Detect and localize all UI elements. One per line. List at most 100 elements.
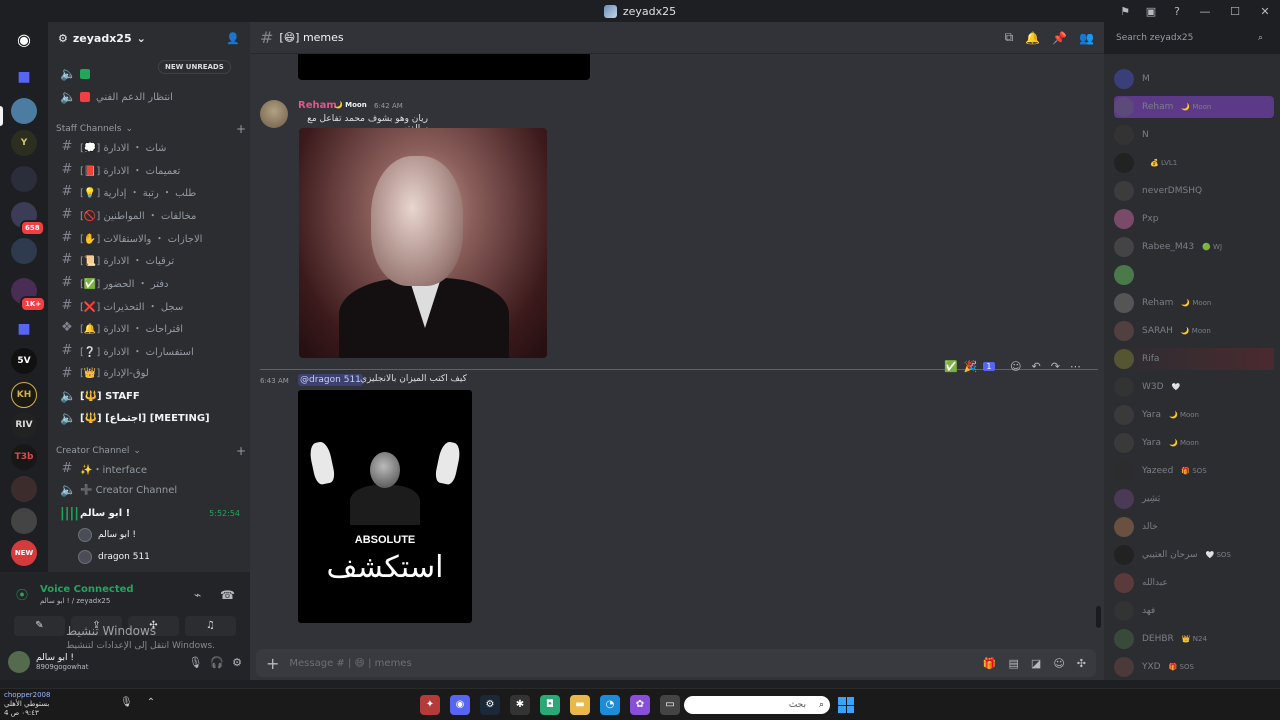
discord-app-icon[interactable]: ◉ xyxy=(450,695,470,715)
gif-icon[interactable]: ▤ xyxy=(1009,657,1019,670)
channel-staff-12[interactable]: 🔈 [🔱] [اجتماع] [MEETING] xyxy=(56,408,244,428)
member-8[interactable]: Reham 🌙 Moon xyxy=(1114,292,1274,314)
voice-user-1[interactable]: dragon 511 xyxy=(78,550,150,564)
member-12[interactable]: Yara 🌙 Moon xyxy=(1114,404,1274,426)
channel-staff-10[interactable]: # [👑] لوق-الإدارة xyxy=(56,363,244,383)
channel-interface[interactable]: # ✨・interface xyxy=(56,458,244,478)
server-icon-new[interactable]: NEW xyxy=(11,540,37,566)
voice-connected-title[interactable]: Voice Connected xyxy=(40,584,134,595)
member-17[interactable]: سرحان العتيبي 🤍 SOS xyxy=(1114,544,1274,566)
app-icon-5[interactable]: ◘ xyxy=(540,695,560,715)
member-3[interactable]: 💰 LVL1 xyxy=(1114,152,1274,174)
app-icon-9[interactable]: ▭ xyxy=(660,695,680,715)
channel-staff-9[interactable]: # [❔] استفسارات ・ الادارة xyxy=(56,340,244,360)
gift-icon[interactable]: 🎁 xyxy=(983,657,997,670)
channel-staff-8[interactable]: ❖ [🔔] اقتراحات ・ الادارة xyxy=(56,317,244,337)
voice-channel-top-2[interactable]: 🔈 انتظار الدعم الفني xyxy=(56,87,244,107)
chevron-up-icon[interactable]: ⌃ xyxy=(147,697,155,708)
channel-staff-6[interactable]: # [✅] دفتر ・ الحضور xyxy=(56,272,244,292)
chat-scrollbar[interactable] xyxy=(1096,606,1101,628)
member-2[interactable]: N xyxy=(1114,124,1274,146)
app-icon-1[interactable]: ✦ xyxy=(420,695,440,715)
member-9[interactable]: SARAH 🌙 Moon xyxy=(1114,320,1274,342)
avatar[interactable] xyxy=(8,651,30,673)
member-14[interactable]: Yazeed 🎁 SOS xyxy=(1114,460,1274,482)
microphone-icon[interactable]: 🎙 xyxy=(188,656,202,669)
apps-icon[interactable]: ✣ xyxy=(1077,657,1086,670)
member-6[interactable]: Rabee_M43 🟢 WJ xyxy=(1114,236,1274,258)
avatar[interactable] xyxy=(260,100,288,128)
folder-icon-2[interactable]: ■ xyxy=(11,316,37,342)
channel-staff-7[interactable]: # [❌] سجل ・ التحذيرات xyxy=(56,295,244,315)
user-info[interactable]: ابو سالم ! 8909gogowhat xyxy=(36,653,88,671)
reaction-party[interactable]: 🎉 xyxy=(964,360,978,373)
copilot-icon[interactable]: ✿ xyxy=(630,695,650,715)
sticker-icon[interactable]: ◪ xyxy=(1031,657,1041,670)
message-composer[interactable]: + Message # | 😄 | memes 🎁 ▤ ◪ ☺ ✣ xyxy=(256,649,1096,677)
attach-plus-icon[interactable]: + xyxy=(266,654,279,673)
member-19[interactable]: فهد xyxy=(1114,600,1274,622)
reaction-check[interactable]: ✅ xyxy=(944,360,958,373)
member-11[interactable]: W3D 🤍 xyxy=(1114,376,1274,398)
server-icon-i[interactable] xyxy=(11,476,37,502)
member-0[interactable]: M xyxy=(1114,68,1274,90)
channel-creator[interactable]: 🔈 ➕ Creator Channel xyxy=(56,480,244,500)
folder-icon[interactable]: ■ xyxy=(11,64,37,90)
more-icon[interactable]: ⋯ xyxy=(1070,360,1081,373)
member-13[interactable]: Yara 🌙 Moon xyxy=(1114,432,1274,454)
help-icon[interactable]: ? xyxy=(1164,5,1190,18)
video-button[interactable]: ✎ xyxy=(14,616,65,636)
reply-icon[interactable]: ↶ xyxy=(1031,360,1040,373)
taskbar-search[interactable]: بحث ⌕ xyxy=(684,696,830,714)
member-21[interactable]: YXD 🎁 SOS xyxy=(1114,656,1274,678)
soundboard-button[interactable]: ♫ xyxy=(185,616,236,636)
bell-icon[interactable]: 🔔 xyxy=(1025,31,1040,45)
server-icon-e[interactable]: 5V xyxy=(11,348,37,374)
channel-staff-0[interactable]: # [💭] شات ・ الادارة xyxy=(56,136,244,156)
file-explorer-icon[interactable]: ▬ xyxy=(570,695,590,715)
threads-icon[interactable]: ⧉ xyxy=(1005,30,1014,45)
microphone-tray-icon[interactable]: 🎙 xyxy=(120,697,133,708)
add-channel-icon[interactable]: + xyxy=(236,122,246,136)
member-18[interactable]: عبدالله xyxy=(1114,572,1274,594)
member-4[interactable]: neverDMSHQ xyxy=(1114,180,1274,202)
creator-category-header[interactable]: Creator Channel ⌄ + xyxy=(56,444,246,458)
member-15[interactable]: بَشِير xyxy=(1114,488,1274,510)
emoji-icon[interactable]: ☺ xyxy=(1053,657,1064,670)
steam-app-icon[interactable]: ⚙ xyxy=(480,695,500,715)
server-icon-active[interactable] xyxy=(11,98,37,124)
add-member-icon[interactable]: 👤 xyxy=(226,32,240,45)
pin-icon[interactable]: 📌 xyxy=(1052,31,1067,45)
app-icon-4[interactable]: ✱ xyxy=(510,695,530,715)
server-icon-h[interactable]: T3b xyxy=(11,444,37,470)
server-header[interactable]: ⚙ zeyadx25 ⌄ 👤 xyxy=(48,22,250,54)
maximize-button[interactable]: ☐ xyxy=(1220,5,1250,18)
minimize-button[interactable]: — xyxy=(1190,5,1220,18)
server-folder-icon[interactable] xyxy=(11,166,37,192)
member-1[interactable]: Reham 🌙 Moon xyxy=(1114,96,1274,118)
member-7[interactable] xyxy=(1114,264,1274,286)
screen-icon[interactable]: ▣ xyxy=(1138,5,1164,18)
search-input[interactable]: Search zeyadx25 ⌕ xyxy=(1110,29,1268,47)
member-10[interactable]: Rifa xyxy=(1114,348,1274,370)
channel-staff-3[interactable]: # [🚫] مخالفات ・ المواطنين xyxy=(56,204,244,224)
reaction-one[interactable]: 1 xyxy=(983,362,995,371)
channel-staff-5[interactable]: # [📜] ترقيات ・ الادارة xyxy=(56,249,244,269)
add-reaction-icon[interactable]: ☺ xyxy=(1010,360,1021,373)
member-20[interactable]: DEHBR 👑 N24 xyxy=(1114,628,1274,650)
server-icon-g[interactable]: RIV xyxy=(11,412,37,438)
message-author[interactable]: Reham xyxy=(298,100,337,111)
server-icon-a[interactable]: Y xyxy=(11,130,37,156)
close-button[interactable]: ✕ xyxy=(1250,5,1280,18)
channel-staff-4[interactable]: # [✋] الاجازات ・ والاستقالات xyxy=(56,227,244,247)
message-image-meme[interactable] xyxy=(299,128,547,358)
staff-category-header[interactable]: Staff Channels ⌄ + xyxy=(56,122,246,136)
noise-suppression-icon[interactable]: ⌁ xyxy=(194,588,201,602)
settings-gear-icon[interactable]: ⚙ xyxy=(232,656,242,669)
disconnect-icon[interactable]: ☎ xyxy=(220,588,235,602)
forward-icon[interactable]: ↷ xyxy=(1051,360,1060,373)
member-16[interactable]: خالد xyxy=(1114,516,1274,538)
discord-home-icon[interactable]: ◉ xyxy=(11,26,37,52)
voice-user-0[interactable]: ابو سالم ! xyxy=(78,528,136,542)
add-channel-icon[interactable]: + xyxy=(236,444,246,458)
